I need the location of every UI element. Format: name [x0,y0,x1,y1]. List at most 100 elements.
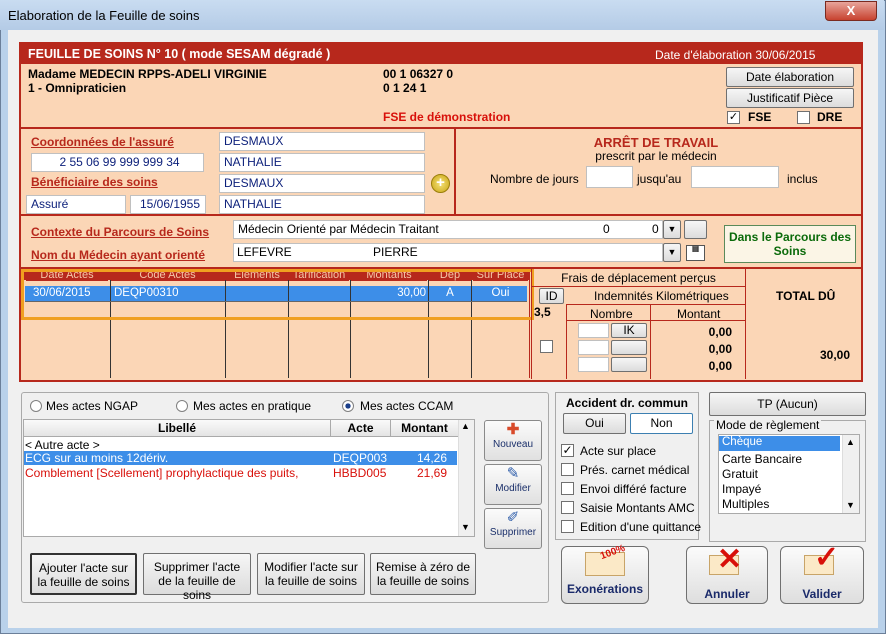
edit-icon: ✎ [506,465,520,482]
divider [650,304,651,379]
accident-non-button[interactable]: Non [630,413,693,434]
saisie-amc-label: Saisie Montants AMC [580,501,695,515]
justificatif-piece-button[interactable]: Justificatif Pièce [726,88,854,108]
remise-zero-button[interactable]: Remise à zéro de la feuille de soins [370,553,476,595]
supprimer-button[interactable]: ✐ Supprimer [484,508,542,549]
scroll-down-icon[interactable]: ▼ [846,500,855,510]
tp-button[interactable]: TP (Aucun) [709,392,866,416]
acte-sur-place-label: Acte sur place [580,444,657,458]
document-icon: 100% [585,543,627,576]
list-scrollbar[interactable] [458,420,474,536]
parcours-dropdown-icon[interactable]: ▼ [663,220,681,239]
parcours-num1: 0 [603,222,610,236]
fse-checkbox[interactable]: ✓ [727,111,740,124]
reglement-item[interactable]: Impayé [722,482,761,496]
montant-label: Montant [677,307,721,321]
jusquau-label: jusqu'au [637,172,682,186]
assure-nom-field[interactable]: DESMAUX [219,132,425,151]
exonerations-button[interactable]: 100% Exonérations [561,543,649,604]
quittance-label: Edition d'une quittance [580,520,702,534]
scroll-up-icon[interactable]: ▲ [461,421,470,431]
annuler-button[interactable]: ✕ Annuler [686,543,768,604]
list-col-libelle[interactable]: Libellé [24,420,330,437]
parcours-select[interactable]: Médecin Orienté par Médecin Traitant [233,220,663,239]
jusquau-field[interactable] [691,166,779,188]
reglement-item[interactable]: Carte Bancaire [722,452,802,466]
list-item[interactable]: < Autre acte > [25,438,100,452]
date-elaboration-button[interactable]: Date élaboration [726,67,854,87]
frais-button-3[interactable] [611,357,647,372]
reglement-item[interactable]: Gratuit [722,467,758,481]
beneficiaire-dob-field[interactable]: 15/06/1955 [130,195,206,214]
divider [566,304,746,305]
beneficiaire-label: Bénéficiaire des soins [31,175,158,189]
reglement-item-selected[interactable]: Chèque [719,436,840,451]
beneficiaire-nom-field[interactable]: DESMAUX [219,174,425,193]
medecin-dropdown-icon[interactable]: ▼ [663,243,681,262]
list-col-montant[interactable]: Montant [390,420,458,437]
radio-ngap-label: Mes actes NGAP [46,399,139,413]
frais-checkbox[interactable] [540,340,553,353]
acte-sur-place-checkbox[interactable]: ✓ [561,444,574,457]
id-button[interactable]: ID [539,288,564,304]
divider [566,304,567,379]
nombre-field-3[interactable] [578,357,609,372]
total-label: TOTAL DÛ [776,289,836,303]
x-mark-icon: ✕ [717,543,743,576]
frais-montant-3: 0,00 [708,359,732,373]
scroll-down-icon[interactable]: ▼ [461,522,470,532]
medecin-oriente-select[interactable] [233,243,663,262]
carnet-checkbox[interactable] [561,463,574,476]
arret-subtitle: prescrit par le médecin [595,149,717,163]
list-item-acte: DEQP003 [333,451,388,465]
annuler-label: Annuler [704,587,750,601]
beneficiaire-qualite-field[interactable]: Assuré [26,195,126,214]
modifier-button[interactable]: ✎ Modifier [484,464,542,505]
add-icon: ✚ [506,421,520,438]
nouveau-label: Nouveau [492,439,534,450]
radio-pratique[interactable] [176,400,188,412]
arret-title: ARRÊT DE TRAVAIL [593,135,719,150]
valider-button[interactable]: ✓ Valider [780,543,864,604]
accident-oui-button[interactable]: Oui [563,413,626,434]
divider [566,320,746,321]
radio-ngap[interactable] [30,400,42,412]
scroll-up-icon[interactable]: ▲ [846,437,855,447]
list-col-acte[interactable]: Acte [330,420,390,437]
modifier-acte-button[interactable]: Modifier l'acte sur la feuille de soins [257,553,365,595]
calendar-icon[interactable]: ▦ [686,245,705,261]
envoi-differe-checkbox[interactable] [561,482,574,495]
nombre-field-2[interactable] [578,340,609,355]
beneficiaire-prenom-field[interactable]: NATHALIE [219,195,425,214]
list-item-acte: HBBD005 [333,466,387,480]
assure-label: Coordonnées de l'assuré [31,135,174,149]
ik-button[interactable]: IK [611,323,647,338]
parcours-extra-button[interactable] [684,220,707,239]
nombre-label: Nombre [590,307,633,321]
list-item-montant: 21,69 [416,466,447,480]
list-item-libelle[interactable]: Comblement [Scellement] prophylactique d… [25,466,298,480]
supprimer-acte-button[interactable]: Supprimer l'acte de la feuille de soins [143,553,251,602]
add-beneficiaire-icon[interactable]: + [431,174,450,193]
assure-nir-field[interactable]: 2 55 06 99 999 999 34 [31,153,204,172]
ajouter-acte-button[interactable]: Ajouter l'acte sur la feuille de soins [30,553,137,595]
quittance-checkbox[interactable] [561,520,574,533]
coef-value: 3,5 [534,305,551,319]
reglement-item[interactable]: Multiples [722,497,769,511]
fse-demo-label: FSE de démonstration [383,110,511,124]
jours-label: Nombre de jours [490,172,579,186]
jours-field[interactable] [586,166,633,188]
radio-ccam[interactable] [342,400,354,412]
saisie-amc-checkbox[interactable] [561,501,574,514]
medecin-oriente-nom: LEFEVRE [237,245,292,259]
practitioner-name: Madame MEDECIN RPPS-ADELI VIRGINIE [28,67,267,81]
assure-prenom-field[interactable]: NATHALIE [219,153,425,172]
nouveau-button[interactable]: ✚ Nouveau [484,420,542,461]
nombre-field-1[interactable] [578,323,609,338]
frais-button-2[interactable] [611,340,647,355]
radio-ccam-label: Mes actes CCAM [360,399,454,413]
medecin-oriente-label: Nom du Médecin ayant orienté [31,248,206,262]
close-button[interactable]: X [825,1,877,21]
dre-checkbox[interactable] [797,111,810,124]
list-item-libelle: ECG sur au moins 12dériv. [25,451,169,465]
